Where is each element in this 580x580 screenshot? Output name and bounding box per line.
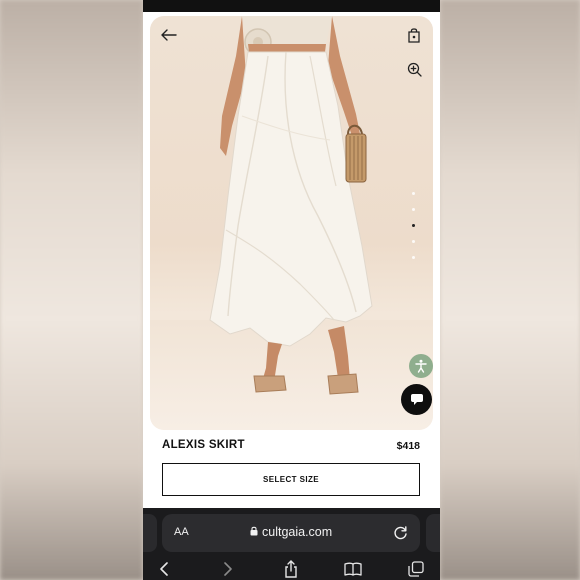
lock-icon (250, 525, 258, 539)
browser-nav-row (143, 558, 440, 580)
text-size-button[interactable]: AA (174, 526, 189, 538)
share-icon[interactable] (282, 560, 300, 578)
previous-tab-peek[interactable] (143, 514, 157, 552)
chat-icon[interactable] (401, 384, 432, 415)
gallery-dot[interactable] (412, 208, 415, 211)
chevron-right-icon[interactable] (219, 560, 237, 578)
chevron-left-icon[interactable] (155, 560, 173, 578)
gallery-pagination (412, 192, 415, 259)
tabs-icon[interactable] (407, 560, 425, 578)
blurred-background-right (440, 0, 580, 580)
product-price: $418 (396, 440, 420, 452)
book-icon[interactable] (344, 560, 362, 578)
product-title: ALEXIS SKIRT (162, 439, 245, 451)
phone-screen: ALEXIS SKIRT $418 SELECT SIZE AA cultgai… (143, 0, 440, 580)
url-text: cultgaia.com (262, 525, 333, 539)
shopping-bag-icon[interactable] (403, 24, 425, 46)
gallery-dot[interactable] (412, 192, 415, 195)
reload-icon[interactable] (392, 524, 410, 542)
select-size-button[interactable]: SELECT SIZE (162, 463, 420, 496)
accessibility-icon[interactable] (409, 354, 433, 378)
zoom-in-icon[interactable] (403, 58, 425, 80)
gallery-dot[interactable] (412, 256, 415, 259)
url-display[interactable]: cultgaia.com (250, 525, 332, 539)
product-photo (209, 16, 373, 395)
gallery-dot[interactable] (412, 240, 415, 243)
arrow-left-icon[interactable] (158, 24, 180, 46)
status-bar (143, 0, 440, 12)
gallery-dot-active[interactable] (412, 224, 415, 227)
product-image-gallery[interactable] (150, 16, 433, 430)
blurred-background-left (0, 0, 143, 580)
next-tab-peek[interactable] (426, 514, 440, 552)
address-bar[interactable]: AA cultgaia.com (162, 514, 420, 552)
browser-toolbar: AA cultgaia.com (143, 508, 440, 580)
